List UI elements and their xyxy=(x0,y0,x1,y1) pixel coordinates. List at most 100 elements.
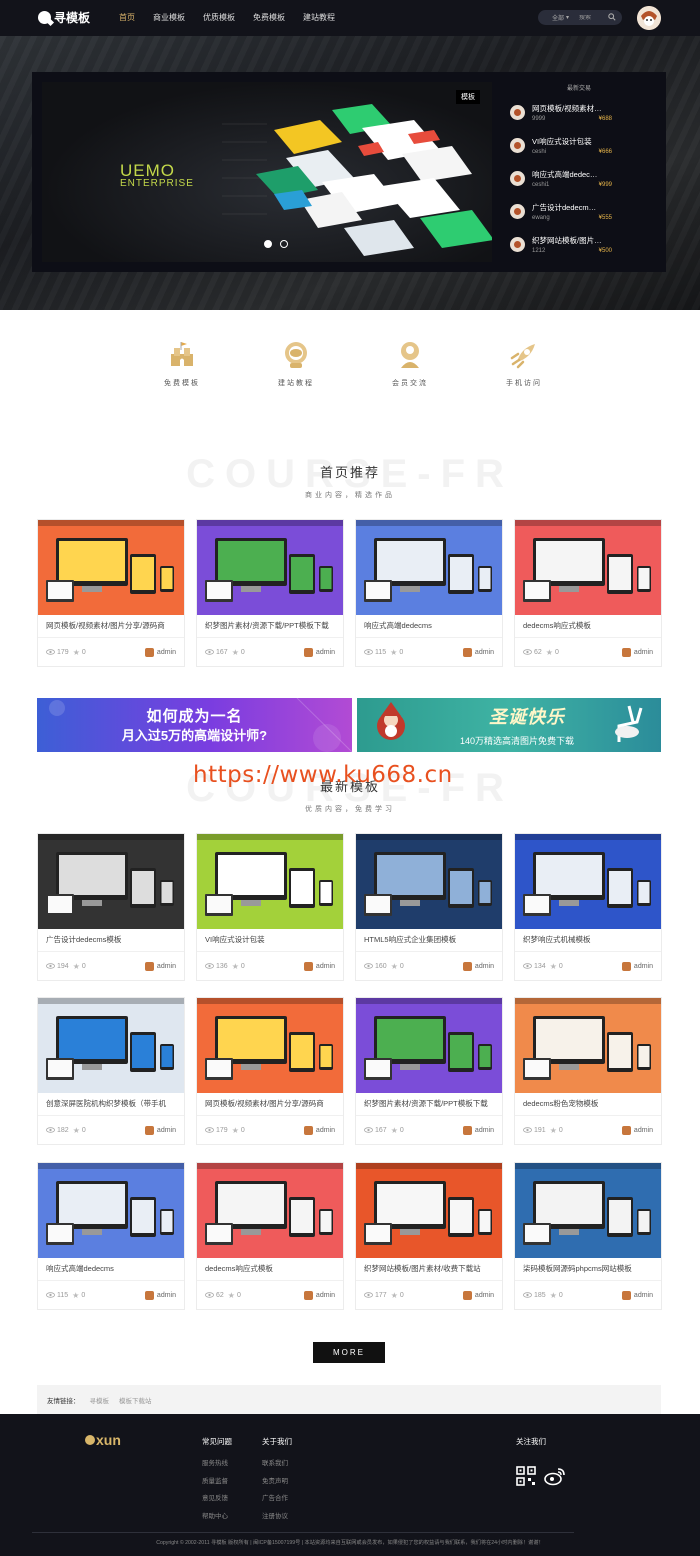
search-icon[interactable] xyxy=(608,13,616,21)
template-title[interactable]: 网页模板/视频素材/图片分享/源码商 xyxy=(38,615,184,637)
template-thumbnail[interactable] xyxy=(197,998,343,1093)
nav-commercial[interactable]: 商业模板 xyxy=(144,0,194,36)
template-title[interactable]: dedecms响应式模板 xyxy=(197,1258,343,1280)
template-card[interactable]: 网页模板/视频素材/图片分享/源码商 179 ★ 0 admin xyxy=(37,519,185,667)
ad-banner-designer[interactable]: 如何成为一名 月入过5万的高端设计师? xyxy=(37,698,352,752)
author[interactable]: admin xyxy=(144,1290,176,1300)
template-card[interactable]: 织梦响应式机械模板 134 ★ 0 admin xyxy=(514,833,662,981)
template-thumbnail[interactable] xyxy=(515,834,661,929)
template-title[interactable]: 织梦响应式机械模板 xyxy=(515,929,661,951)
search-input[interactable] xyxy=(579,14,610,21)
template-thumbnail[interactable] xyxy=(515,998,661,1093)
author[interactable]: admin xyxy=(303,1290,335,1300)
template-thumbnail[interactable] xyxy=(38,834,184,929)
footer-link[interactable]: 意见反馈 xyxy=(202,1490,232,1508)
trade-item[interactable]: 网页模板/视频素材… 9999 ¥688 xyxy=(502,96,656,129)
template-thumbnail[interactable] xyxy=(38,520,184,615)
template-title[interactable]: 织梦图片素材/资源下载/PPT模板下载 xyxy=(356,1093,502,1115)
author[interactable]: admin xyxy=(144,647,176,657)
template-title[interactable]: 柒码模板网源码phpcms网站模板 xyxy=(515,1258,661,1280)
author[interactable]: admin xyxy=(621,647,653,657)
template-card[interactable]: dedecms响应式模板 62 ★ 0 admin xyxy=(196,1162,344,1310)
template-title[interactable]: 响应式高端dedecms xyxy=(356,615,502,637)
feature-free-templates[interactable]: 免费模板 xyxy=(137,340,227,388)
trade-item[interactable]: 响应式高端dedec… ceshi1 ¥999 xyxy=(502,162,656,195)
template-card[interactable]: 广告设计dedecms模板 194 ★ 0 admin xyxy=(37,833,185,981)
template-card[interactable]: 织梦图片素材/资源下载/PPT模板下载 167 ★ 0 admin xyxy=(196,519,344,667)
site-logo[interactable]: 寻模板 xyxy=(38,9,90,26)
template-thumbnail[interactable] xyxy=(515,520,661,615)
friend-link[interactable]: 模板下载站 xyxy=(119,1395,152,1405)
carousel-dot-2[interactable] xyxy=(280,240,288,248)
template-card[interactable]: 响应式高端dedecms 115 ★ 0 admin xyxy=(37,1162,185,1310)
template-title[interactable]: 织梦图片素材/资源下载/PPT模板下载 xyxy=(197,615,343,637)
nav-premium[interactable]: 优质模板 xyxy=(194,0,244,36)
template-thumbnail[interactable] xyxy=(38,1163,184,1258)
template-title[interactable]: 织梦网站模板/图片素材/收费下载站 xyxy=(356,1258,502,1280)
author[interactable]: admin xyxy=(621,961,653,971)
trade-item[interactable]: VI响应式设计包装 ceshi ¥666 xyxy=(502,129,656,162)
search-scope-select[interactable]: 全部 xyxy=(552,13,564,22)
footer-link[interactable]: 注册协议 xyxy=(262,1508,292,1526)
template-thumbnail[interactable] xyxy=(38,998,184,1093)
template-card[interactable]: HTML5响应式企业集团模板 160 ★ 0 admin xyxy=(355,833,503,981)
template-card[interactable]: 网页模板/视频素材/图片分享/源码商 179 ★ 0 admin xyxy=(196,997,344,1145)
template-card[interactable]: VI响应式设计包装 136 ★ 0 admin xyxy=(196,833,344,981)
author[interactable]: admin xyxy=(462,647,494,657)
nav-free[interactable]: 免费模板 xyxy=(244,0,294,36)
template-title[interactable]: dedecms粉色宠物模板 xyxy=(515,1093,661,1115)
user-avatar[interactable] xyxy=(637,6,661,30)
author[interactable]: admin xyxy=(303,961,335,971)
qrcode-icon[interactable] xyxy=(516,1466,536,1486)
author[interactable]: admin xyxy=(462,961,494,971)
template-thumbnail[interactable] xyxy=(197,834,343,929)
template-card[interactable]: 织梦网站模板/图片素材/收费下载站 177 ★ 0 admin xyxy=(355,1162,503,1310)
friend-link[interactable]: 寻模板 xyxy=(90,1395,110,1405)
footer-link[interactable]: 免责声明 xyxy=(262,1473,292,1491)
template-card[interactable]: 织梦图片素材/资源下载/PPT模板下载 167 ★ 0 admin xyxy=(355,997,503,1145)
chevron-down-icon[interactable]: ▾ xyxy=(566,14,569,21)
carousel-dot-1[interactable] xyxy=(264,240,272,248)
footer-link[interactable]: 质量监督 xyxy=(202,1473,232,1491)
template-title[interactable]: dedecms响应式模板 xyxy=(515,615,661,637)
template-card[interactable]: 柒码模板网源码phpcms网站模板 185 ★ 0 admin xyxy=(514,1162,662,1310)
author[interactable]: admin xyxy=(462,1290,494,1300)
hero-carousel[interactable]: 模板 UEMO ENTERPRISE xyxy=(42,82,492,262)
template-title[interactable]: 广告设计dedecms模板 xyxy=(38,929,184,951)
template-thumbnail[interactable] xyxy=(197,1163,343,1258)
template-title[interactable]: 网页模板/视频素材/图片分享/源码商 xyxy=(197,1093,343,1115)
author[interactable]: admin xyxy=(144,1125,176,1135)
author[interactable]: admin xyxy=(303,1125,335,1135)
trade-item[interactable]: 织梦网站模板/图片… 1212 ¥500 xyxy=(502,228,656,261)
weibo-icon[interactable] xyxy=(544,1466,566,1486)
template-title[interactable]: HTML5响应式企业集团模板 xyxy=(356,929,502,951)
feature-members[interactable]: 会员交流 xyxy=(365,340,455,388)
footer-link[interactable]: 帮助中心 xyxy=(202,1508,232,1526)
template-thumbnail[interactable] xyxy=(515,1163,661,1258)
template-card[interactable]: 响应式高端dedecms 115 ★ 0 admin xyxy=(355,519,503,667)
template-card[interactable]: dedecms粉色宠物模板 191 ★ 0 admin xyxy=(514,997,662,1145)
template-thumbnail[interactable] xyxy=(356,520,502,615)
template-title[interactable]: 创意深屏医院机构织梦模板（带手机 xyxy=(38,1093,184,1115)
footer-logo[interactable]: xun xyxy=(85,1432,121,1448)
footer-link[interactable]: 服务热线 xyxy=(202,1455,232,1473)
author[interactable]: admin xyxy=(462,1125,494,1135)
feature-mobile[interactable]: 手机访问 xyxy=(479,340,569,388)
nav-tutorial[interactable]: 建站教程 xyxy=(294,0,344,36)
template-card[interactable]: dedecms响应式模板 62 ★ 0 admin xyxy=(514,519,662,667)
template-thumbnail[interactable] xyxy=(356,1163,502,1258)
ad-banner-christmas[interactable]: 圣诞快乐 140万精选高清图片免费下载 xyxy=(357,698,661,752)
feature-tutorial[interactable]: 建站教程 xyxy=(251,340,341,388)
template-thumbnail[interactable] xyxy=(356,998,502,1093)
author[interactable]: admin xyxy=(621,1125,653,1135)
more-button[interactable]: MORE xyxy=(313,1342,385,1363)
footer-link[interactable]: 联系我们 xyxy=(262,1455,292,1473)
nav-home[interactable]: 首页 xyxy=(110,0,144,36)
template-card[interactable]: 创意深屏医院机构织梦模板（带手机 182 ★ 0 admin xyxy=(37,997,185,1145)
footer-link[interactable]: 广告合作 xyxy=(262,1490,292,1508)
template-title[interactable]: VI响应式设计包装 xyxy=(197,929,343,951)
trade-item[interactable]: 广告设计dedecm… ewang ¥555 xyxy=(502,195,656,228)
template-title[interactable]: 响应式高端dedecms xyxy=(38,1258,184,1280)
template-thumbnail[interactable] xyxy=(197,520,343,615)
author[interactable]: admin xyxy=(144,961,176,971)
